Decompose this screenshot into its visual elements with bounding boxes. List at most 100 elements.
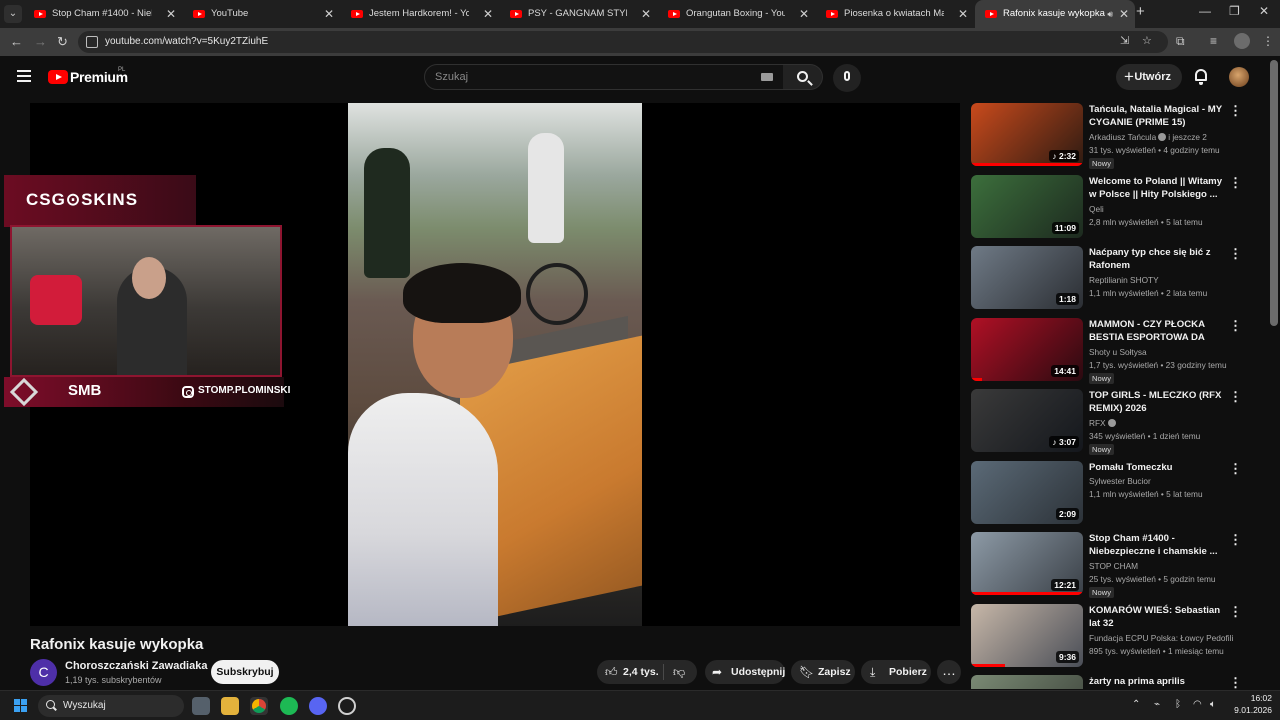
app-icon[interactable] [338, 697, 356, 715]
browser-tab[interactable]: YouTube ✕ [183, 0, 340, 28]
recommendation-title[interactable]: Naćpany typ chce się bić z Rafonem [1089, 246, 1229, 272]
tab-close-icon[interactable]: ✕ [1119, 0, 1129, 28]
recommendation-thumbnail[interactable]: 1:18 [971, 246, 1083, 309]
spotify-icon[interactable] [280, 697, 298, 715]
tab-search-button[interactable]: ⌄ [4, 5, 22, 23]
recommendation-item[interactable]: 12:21 Stop Cham #1400 - Niebezpieczne i c… [971, 532, 1243, 598]
chrome-icon[interactable] [250, 697, 268, 715]
recommendation-title[interactable]: TOP GIRLS - MLECZKO (RFX REMIX) 2026 [1089, 389, 1229, 415]
recommendation-thumbnail[interactable]: 12:21 [971, 532, 1083, 595]
forward-icon[interactable]: → [34, 34, 47, 49]
recommendation-menu-icon[interactable]: ⋮ [1229, 605, 1242, 618]
like-button[interactable]: 👍︎ [605, 660, 618, 684]
window-close-icon[interactable]: ✕ [1259, 4, 1269, 18]
windows-start-icon[interactable] [14, 699, 28, 713]
media-controls-icon[interactable]: ≡ [1210, 34, 1217, 48]
recommendation-title[interactable]: żarty na prima aprilis [1089, 675, 1229, 688]
recommendation-menu-icon[interactable]: ⋮ [1229, 247, 1242, 260]
menu-icon[interactable] [17, 70, 31, 82]
browser-tab[interactable]: Piosenka o kwiatach Marek Ro ✕ [816, 0, 974, 28]
recommendation-menu-icon[interactable]: ⋮ [1229, 319, 1242, 332]
youtube-logo-icon[interactable] [48, 70, 68, 84]
recommendation-channel[interactable]: Reptilianin SHOTY [1089, 275, 1159, 285]
tab-close-icon[interactable]: ✕ [483, 0, 493, 28]
browser-tab[interactable]: Rafonix kasuje wykopka - Y🔊︎✕ [975, 0, 1135, 28]
recommendation-channel[interactable]: RFX [1089, 418, 1118, 428]
recommendation-thumbnail[interactable]: ♪ 2:32 [971, 103, 1083, 166]
network-icon[interactable]: ⌁ [1154, 699, 1160, 710]
tab-audio-icon[interactable]: 🔊︎ [1107, 0, 1113, 28]
back-icon[interactable]: ← [10, 34, 23, 49]
address-url[interactable]: youtube.com/watch?v=5Kuy2TZiuhE [105, 31, 268, 53]
recommendation-item[interactable]: 1:18 Naćpany typ chce się bić z Rafonem Re… [971, 246, 1243, 310]
notifications-bell-icon[interactable] [1195, 69, 1207, 85]
reload-icon[interactable]: ↻ [57, 34, 68, 50]
account-avatar[interactable] [1229, 67, 1249, 87]
recommendation-thumbnail[interactable]: 11:09 [971, 175, 1083, 238]
save-button[interactable]: 🔖︎ Zapisz [791, 660, 855, 684]
recommendation-thumbnail[interactable] [971, 675, 1083, 689]
recommendation-item[interactable]: 14:41 MAMMON - CZY PŁOCKA BESTIA ESPORTOW… [971, 318, 1243, 384]
tab-close-icon[interactable]: ✕ [799, 0, 809, 28]
tab-close-icon[interactable]: ✕ [324, 0, 334, 28]
recommendation-menu-icon[interactable]: ⋮ [1229, 104, 1242, 117]
browser-profile-avatar[interactable] [1234, 33, 1250, 49]
download-button[interactable]: ⤓ Pobierz [861, 660, 931, 684]
browser-tab[interactable]: Jestem Hardkorem! - YouTube ✕ [341, 0, 499, 28]
search-button[interactable] [783, 64, 823, 90]
browser-tab[interactable]: PSY - GANGNAM STYLE(강남스 ✕ [500, 0, 657, 28]
recommendation-thumbnail[interactable]: 9:36 [971, 604, 1083, 667]
recommendation-channel[interactable]: Shoty u Sołtysa [1089, 347, 1147, 357]
taskbar-search[interactable]: Wyszukaj [38, 695, 184, 717]
new-tab-button[interactable]: + [1136, 3, 1145, 20]
video-frame[interactable] [348, 103, 642, 626]
recommendation-thumbnail[interactable]: ♪ 3:07 [971, 389, 1083, 452]
recommendation-item[interactable]: 9:36 KOMARÓW WIEŚ: Sebastian lat 32 Fundac… [971, 604, 1243, 668]
recommendation-channel[interactable]: Sylwester Bucior [1089, 476, 1151, 486]
recommendation-title[interactable]: Welcome to Poland || Witamy w Polsce || … [1089, 175, 1229, 201]
recommendation-channel[interactable]: STOP CHAM [1089, 561, 1138, 571]
site-info-icon[interactable] [86, 36, 98, 48]
extensions-icon[interactable]: ⧉ [1176, 34, 1185, 49]
address-bar[interactable]: youtube.com/watch?v=5Kuy2TZiuhE ⇲ ☆ [78, 31, 1168, 53]
recommendation-thumbnail[interactable]: 14:41 [971, 318, 1083, 381]
search-input[interactable]: Szukaj [424, 64, 784, 90]
bluetooth-icon[interactable]: ᛒ [1175, 699, 1181, 710]
voice-search-button[interactable] [833, 64, 861, 92]
file-explorer-icon[interactable] [221, 697, 239, 715]
tab-close-icon[interactable]: ✕ [958, 0, 968, 28]
create-button[interactable]: + Utwórz [1116, 64, 1182, 90]
more-actions-button[interactable]: … [937, 660, 961, 684]
subscribe-button[interactable]: Subskrybuj [211, 660, 279, 684]
channel-avatar[interactable]: C [30, 659, 57, 686]
recommendation-title[interactable]: KOMARÓW WIEŚ: Sebastian lat 32 [1089, 604, 1229, 630]
discord-icon[interactable] [309, 697, 327, 715]
like-count[interactable]: 2,4 tys. [623, 660, 659, 684]
tab-close-icon[interactable]: ✕ [641, 0, 651, 28]
bookmark-star-icon[interactable]: ☆ [1142, 34, 1152, 47]
recommendation-title[interactable]: Stop Cham #1400 - Niebezpieczne i chamsk… [1089, 532, 1229, 558]
taskbar-clock-date[interactable]: 9.01.2026 [1226, 705, 1272, 715]
keyboard-icon[interactable] [761, 73, 773, 81]
dislike-button[interactable]: 👎︎ [673, 660, 685, 684]
recommendation-menu-icon[interactable]: ⋮ [1229, 462, 1242, 475]
recommendation-channel[interactable]: Arkadiusz Tańcula i jeszcze 2 [1089, 132, 1207, 142]
recommendation-item[interactable]: ♪ 3:07 TOP GIRLS - MLECZKO (RFX REMIX) 20… [971, 389, 1243, 455]
recommendation-channel[interactable]: Fundacja ECPU Polska: Łowcy Pedofili [1089, 633, 1233, 643]
page-scrollbar[interactable] [1270, 60, 1278, 326]
recommendation-thumbnail[interactable]: 2:09 [971, 461, 1083, 524]
recommendation-title[interactable]: Pomału Tomeczku [1089, 461, 1229, 474]
browser-menu-icon[interactable]: ⋮ [1262, 34, 1274, 48]
recommendation-item[interactable]: żarty na prima aprilisROZPIERDALATOR⋮ [971, 675, 1243, 689]
minimize-icon[interactable]: — [1199, 4, 1211, 18]
tray-chevron-icon[interactable]: ⌃ [1132, 699, 1140, 710]
volume-icon[interactable]: 🔈︎ [1210, 699, 1216, 710]
recommendation-title[interactable]: MAMMON - CZY PŁOCKA BESTIA ESPORTOWA DA … [1089, 318, 1229, 344]
wifi-icon[interactable]: ◠ [1193, 699, 1202, 710]
taskbar-clock-time[interactable]: 16:02 [1232, 693, 1272, 703]
browser-tab[interactable]: Stop Cham #1400 - Niebezpieczne ✕ [24, 0, 182, 28]
recommendation-item[interactable]: ♪ 2:32 Tańcula, Natalia Magical - MY CYGA… [971, 103, 1243, 169]
task-view-icon[interactable] [192, 697, 210, 715]
recommendation-title[interactable]: Tańcula, Natalia Magical - MY CYGANIE (P… [1089, 103, 1229, 129]
recommendation-channel[interactable]: Qeli [1089, 204, 1104, 214]
